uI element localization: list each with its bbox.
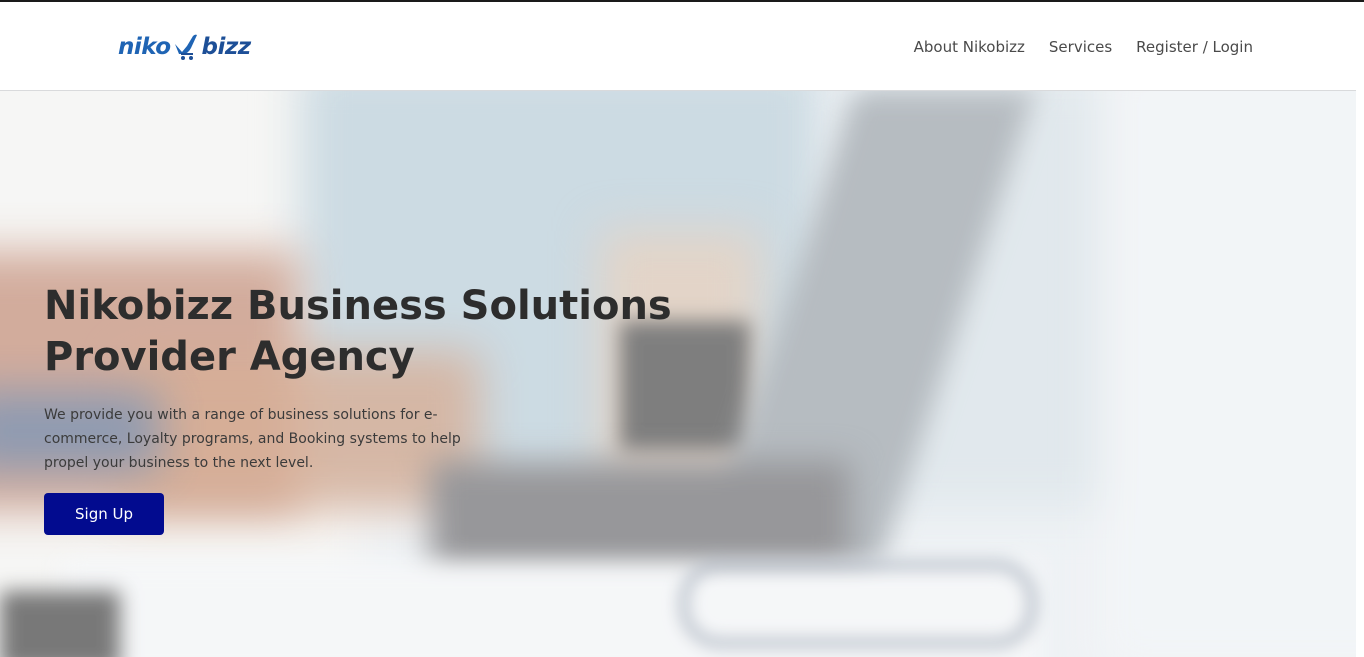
logo-text-bizz: bizz <box>201 33 252 60</box>
hero-section: Nikobizz Business Solutions Provider Age… <box>0 91 1356 657</box>
nav-services-link[interactable]: Services <box>1049 36 1112 58</box>
nav-register-login-link[interactable]: Register / Login <box>1136 36 1253 58</box>
nikobizz-logo[interactable]: niko bizz <box>118 30 251 64</box>
site-header: niko bizz About Nikobizz Services Regist… <box>0 2 1356 91</box>
scrollbar-track[interactable] <box>1356 2 1364 657</box>
hero-title: Nikobizz Business Solutions Provider Age… <box>44 283 672 380</box>
hero-description: We provide you with a range of business … <box>44 407 461 471</box>
main-nav: About Nikobizz Services Register / Login <box>914 36 1253 58</box>
logo-text-niko: niko <box>118 33 171 60</box>
nav-about-link[interactable]: About Nikobizz <box>914 36 1025 58</box>
browser-viewport: niko bizz About Nikobizz Services Regist… <box>0 0 1364 657</box>
sign-up-button[interactable]: Sign Up <box>44 493 164 535</box>
shopping-cart-bird-icon <box>174 34 197 60</box>
